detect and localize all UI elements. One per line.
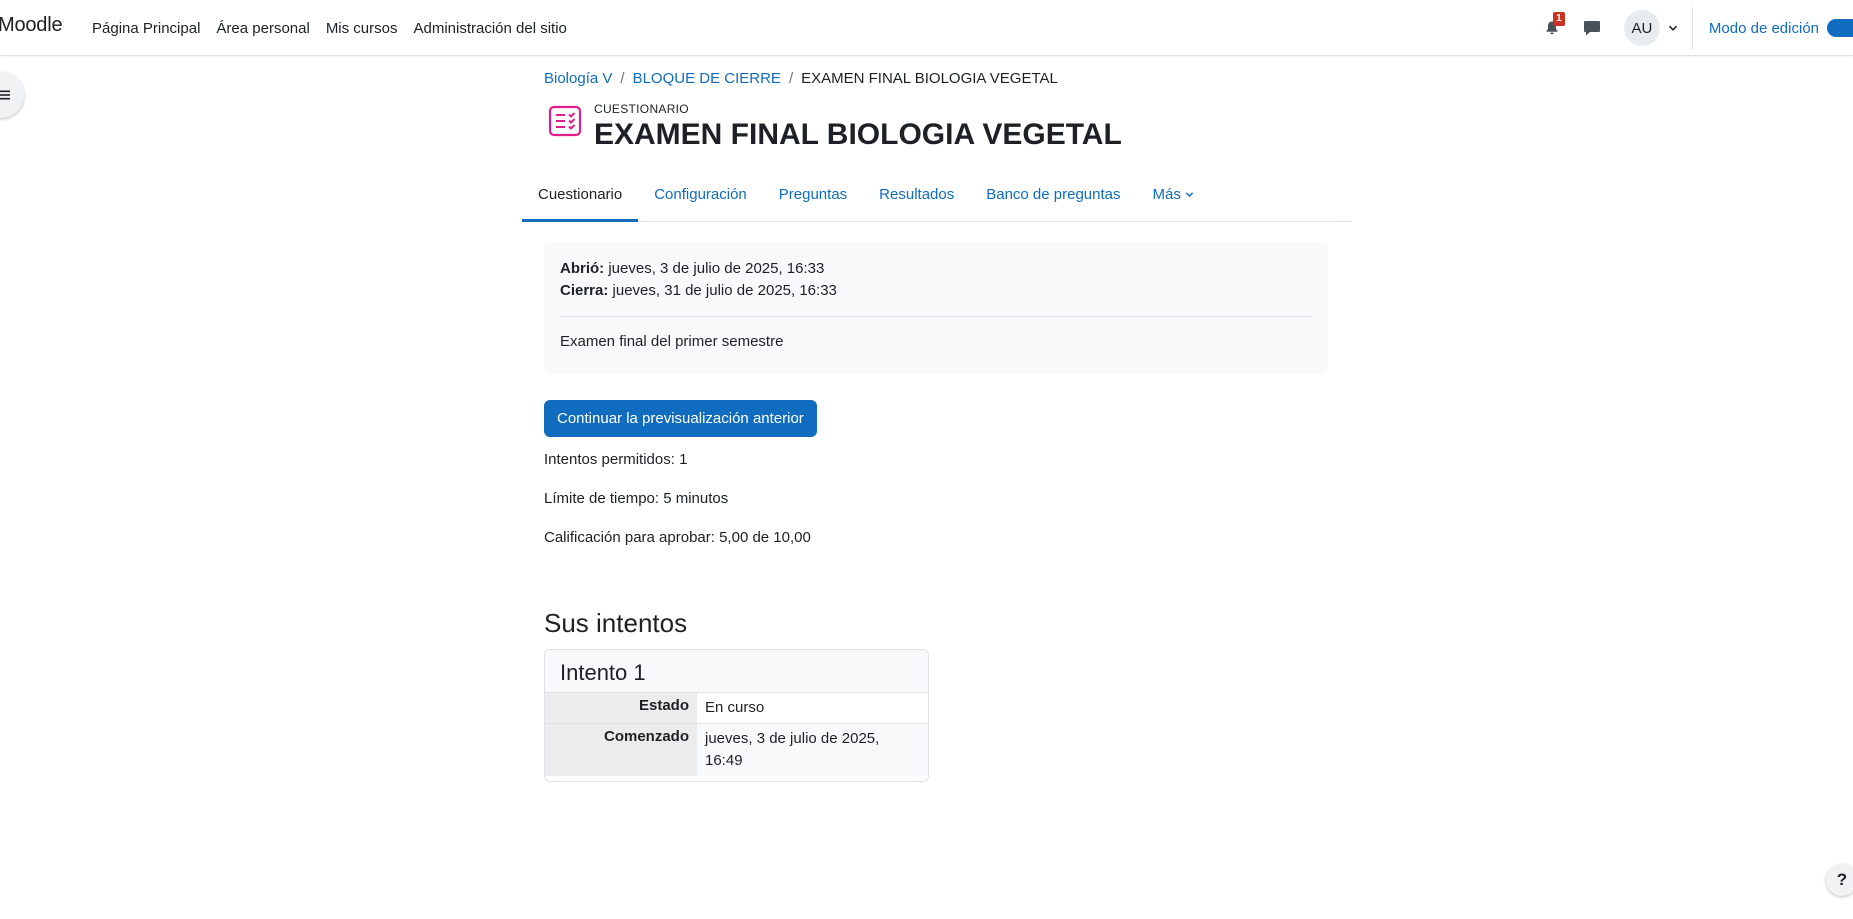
open-course-index-button[interactable] bbox=[0, 72, 24, 118]
tab-question-bank[interactable]: Banco de preguntas bbox=[970, 172, 1136, 222]
tab-more-label: Más bbox=[1152, 186, 1181, 203]
tab-settings[interactable]: Configuración bbox=[638, 172, 763, 222]
state-label: Estado bbox=[545, 693, 697, 724]
navbar-divider bbox=[1691, 7, 1693, 49]
state-value: En curso bbox=[697, 693, 928, 724]
site-brand[interactable]: Moodle bbox=[0, 14, 63, 37]
notifications-button[interactable]: 1 bbox=[1540, 12, 1565, 40]
breadcrumb-course[interactable]: Biología V bbox=[544, 70, 612, 87]
table-row: Estado En curso bbox=[545, 693, 928, 724]
activity-dates-box: Abrió: jueves, 3 de julio de 2025, 16:33… bbox=[544, 242, 1328, 374]
chevron-down-icon bbox=[1185, 192, 1194, 198]
opened-date: Abrió: jueves, 3 de julio de 2025, 16:33 bbox=[560, 258, 1312, 280]
closes-value: jueves, 31 de julio de 2025, 16:33 bbox=[612, 282, 837, 299]
continue-preview-button[interactable]: Continuar la previsualización anterior bbox=[544, 400, 817, 437]
nav-item-dashboard[interactable]: Área personal bbox=[216, 20, 309, 37]
navbar-user-area: 1 AU Modo de edición bbox=[1540, 0, 1853, 56]
opened-value: jueves, 3 de julio de 2025, 16:33 bbox=[608, 260, 825, 277]
table-row: Comenzado jueves, 3 de julio de 2025, 16… bbox=[545, 723, 928, 776]
activity-description: Examen final del primer semestre bbox=[560, 333, 784, 350]
grade-to-pass: Calificación para aprobar: 5,00 de 10,00 bbox=[544, 529, 811, 546]
tab-quiz[interactable]: Cuestionario bbox=[522, 172, 639, 222]
edit-mode-label[interactable]: Modo de edición bbox=[1709, 20, 1819, 37]
tab-questions[interactable]: Preguntas bbox=[763, 172, 863, 222]
nav-item-site-admin[interactable]: Administración del sitio bbox=[414, 20, 567, 37]
chevron-down-icon[interactable] bbox=[1668, 23, 1678, 33]
nav-item-home[interactable]: Página Principal bbox=[92, 20, 200, 37]
breadcrumb: Biología V / BLOQUE DE CIERRE / EXAMEN FINAL… bbox=[544, 70, 1058, 87]
secondary-navigation: Cuestionario Configuración Preguntas Res… bbox=[522, 172, 1352, 222]
breadcrumb-section[interactable]: BLOQUE DE CIERRE bbox=[633, 70, 781, 87]
attempt-title: Intento 1 bbox=[545, 650, 928, 693]
quiz-icon bbox=[548, 105, 582, 137]
top-navbar: Moodle Página Principal Área personal Mi… bbox=[0, 0, 1853, 56]
your-attempts-heading: Sus intentos bbox=[544, 608, 688, 638]
started-label: Comenzado bbox=[545, 723, 697, 776]
breadcrumb-current: EXAMEN FINAL BIOLOGIA VEGETAL bbox=[801, 70, 1058, 87]
divider bbox=[560, 316, 1312, 317]
attempt-summary-table: Estado En curso Comenzado jueves, 3 de j… bbox=[545, 693, 928, 776]
edit-mode-toggle[interactable] bbox=[1827, 19, 1853, 37]
chat-icon[interactable] bbox=[1582, 18, 1602, 38]
opened-label: Abrió: bbox=[560, 260, 605, 277]
user-avatar[interactable]: AU bbox=[1623, 10, 1660, 46]
tab-results[interactable]: Resultados bbox=[863, 172, 970, 222]
breadcrumb-separator: / bbox=[788, 70, 794, 87]
time-limit: Límite de tiempo: 5 minutos bbox=[544, 490, 729, 507]
started-value: jueves, 3 de julio de 2025, 16:49 bbox=[697, 723, 928, 776]
notification-count-badge: 1 bbox=[1552, 12, 1565, 26]
hamburger-icon bbox=[0, 90, 10, 100]
closes-date: Cierra: jueves, 31 de julio de 2025, 16:… bbox=[560, 280, 1312, 302]
help-button[interactable]: ? bbox=[1826, 864, 1853, 896]
page-title: EXAMEN FINAL BIOLOGIA VEGETAL bbox=[594, 118, 1122, 151]
primary-navigation: Página Principal Área personal Mis curso… bbox=[92, 0, 583, 56]
activity-type-label: CUESTIONARIO bbox=[594, 102, 689, 116]
closes-label: Cierra: bbox=[560, 282, 609, 299]
attempts-allowed: Intentos permitidos: 1 bbox=[544, 451, 688, 468]
attempt-card: Intento 1 Estado En curso Comenzado juev… bbox=[544, 649, 929, 782]
nav-item-my-courses[interactable]: Mis cursos bbox=[326, 20, 398, 37]
breadcrumb-separator: / bbox=[620, 70, 625, 87]
tab-more[interactable]: Más bbox=[1137, 172, 1211, 222]
